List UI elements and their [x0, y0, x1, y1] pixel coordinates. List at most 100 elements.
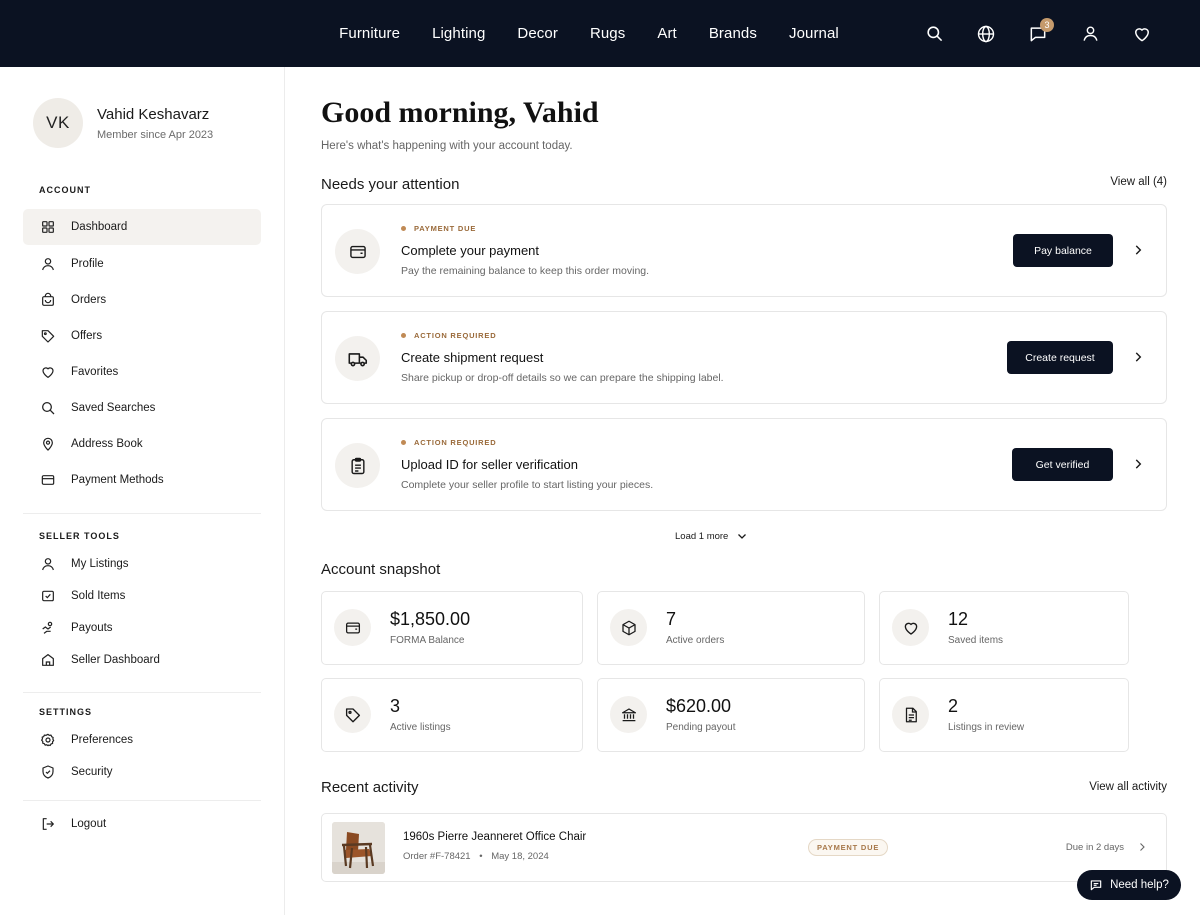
- sidebar-item-label: Dashboard: [71, 221, 128, 233]
- snapshot-heading: Account snapshot: [321, 561, 441, 578]
- stat-value: 3: [390, 696, 401, 716]
- account-button[interactable]: [1064, 16, 1116, 52]
- sidebar-item-offers[interactable]: Offers: [23, 318, 261, 354]
- section-title-settings: SETTINGS: [39, 707, 93, 717]
- load-more-button[interactable]: Load 1 more: [675, 530, 748, 542]
- sidebar-item-label: Sold Items: [71, 590, 126, 602]
- sidebar-divider: [23, 513, 261, 514]
- wishlist-button[interactable]: [1116, 16, 1168, 52]
- box-icon: [621, 620, 636, 635]
- get-verified-button[interactable]: Get verified: [1012, 448, 1113, 481]
- logout-button[interactable]: Logout: [23, 806, 261, 842]
- bag-icon: [42, 292, 54, 306]
- stat-card-active-orders[interactable]: 7 Active orders: [597, 591, 865, 665]
- section-title-seller-tools: SELLER TOOLS: [39, 531, 120, 541]
- stat-card-listings-in-review[interactable]: 2 Listings in review: [879, 678, 1129, 752]
- status-badge: ACTION REQUIRED: [401, 438, 496, 447]
- sidebar-item-label: Offers: [71, 330, 103, 342]
- attention-heading: Needs your attention: [321, 176, 460, 193]
- sidebar-item-address-book[interactable]: Address Book: [23, 426, 261, 462]
- clipboard-icon: [350, 457, 365, 474]
- user-icon: [42, 258, 54, 271]
- stat-value: $620.00: [666, 696, 732, 716]
- sidebar-divider: [23, 800, 261, 801]
- sidebar-item-orders[interactable]: Orders: [23, 282, 261, 318]
- pay-balance-button[interactable]: Pay balance: [1013, 234, 1113, 267]
- wallet-icon: [349, 245, 366, 258]
- stat-value: 7: [666, 609, 677, 629]
- tag-icon: [41, 330, 55, 343]
- profile-summary: VK Vahid Keshavarz Member since Apr 2023: [33, 98, 213, 148]
- heart-icon: [904, 622, 917, 635]
- help-button[interactable]: Need help?: [1077, 870, 1181, 900]
- stat-label: Active listings: [390, 722, 451, 733]
- chevron-right-icon[interactable]: [1131, 457, 1145, 471]
- activity-row[interactable]: 1960s Pierre Jeanneret Office Chair Orde…: [321, 813, 1167, 882]
- due-text: Due in 2 days: [1065, 842, 1124, 853]
- chair-image: [332, 822, 385, 874]
- tag-icon: [345, 707, 360, 722]
- chevron-down-icon: [738, 534, 747, 539]
- page-subtitle: Here's what's happening with your accoun…: [321, 140, 573, 152]
- truck-icon: [348, 352, 367, 366]
- create-request-button[interactable]: Create request: [1007, 341, 1113, 374]
- search-button[interactable]: [908, 16, 960, 52]
- view-all-activity-link[interactable]: View all activity: [1089, 781, 1167, 793]
- task-icon-wrap: [335, 229, 380, 274]
- stat-value: $1,850.00: [390, 609, 471, 629]
- store-icon: [42, 654, 54, 666]
- sidebar-item-favorites[interactable]: Favorites: [23, 354, 261, 390]
- nav-link-journal[interactable]: Journal: [789, 25, 839, 42]
- stat-card-pending-payout[interactable]: $620.00 Pending payout: [597, 678, 865, 752]
- task-icon-wrap: [335, 336, 380, 381]
- sidebar-divider: [23, 692, 261, 693]
- chevron-right-icon[interactable]: [1131, 350, 1145, 364]
- sidebar-item-dashboard[interactable]: Dashboard: [23, 209, 261, 245]
- stat-card-balance[interactable]: $1,850.00 FORMA Balance: [321, 591, 583, 665]
- sidebar-item-payouts[interactable]: Payouts: [23, 610, 261, 646]
- sidebar-item-payment-methods[interactable]: Payment Methods: [23, 462, 261, 498]
- stat-card-active-listings[interactable]: 3 Active listings: [321, 678, 583, 752]
- messages-button[interactable]: 3: [1012, 16, 1064, 52]
- task-icon-wrap: [335, 443, 380, 488]
- sidebar-item-profile[interactable]: Profile: [23, 246, 261, 282]
- sidebar-item-seller-dashboard[interactable]: Seller Dashboard: [23, 642, 261, 678]
- user-icon: [42, 558, 54, 571]
- sidebar-item-label: Seller Dashboard: [71, 654, 160, 666]
- nav-link-furniture[interactable]: Furniture: [339, 25, 400, 42]
- sidebar-item-security[interactable]: Security: [23, 754, 261, 790]
- view-all-attention-link[interactable]: View all (4): [1110, 176, 1167, 188]
- nav-link-decor[interactable]: Decor: [517, 25, 558, 42]
- language-button[interactable]: [960, 16, 1012, 52]
- top-navigation-bar: Furniture Lighting Decor Rugs Art Brands…: [0, 0, 1200, 67]
- messages-badge: 3: [1040, 17, 1054, 32]
- sidebar-item-label: Orders: [71, 294, 107, 306]
- status-badge: PAYMENT DUE: [401, 224, 476, 233]
- product-thumbnail: [332, 822, 385, 874]
- help-label: Need help?: [1110, 879, 1169, 891]
- stat-icon-wrap: [892, 696, 929, 733]
- task-card-shipment: ACTION REQUIRED Create shipment request …: [321, 311, 1167, 404]
- nav-link-rugs[interactable]: Rugs: [590, 25, 625, 42]
- avatar: VK: [33, 98, 83, 148]
- sidebar-item-label: Payouts: [71, 622, 113, 634]
- sidebar-item-sold-items[interactable]: Sold Items: [23, 578, 261, 614]
- stat-label: Saved items: [948, 635, 1004, 646]
- page-title: Good morning, Vahid: [321, 96, 599, 129]
- pin-icon: [43, 437, 53, 451]
- card-icon: [41, 475, 55, 485]
- header-actions: 3: [908, 0, 1168, 67]
- activity-heading: Recent activity: [321, 779, 419, 796]
- sidebar-item-preferences[interactable]: Preferences: [23, 722, 261, 758]
- stat-card-saved-items[interactable]: 12 Saved items: [879, 591, 1129, 665]
- sidebar-item-my-listings[interactable]: My Listings: [23, 546, 261, 582]
- stat-value: 12: [948, 609, 969, 629]
- nav-link-lighting[interactable]: Lighting: [432, 25, 485, 42]
- chevron-right-icon[interactable]: [1131, 243, 1145, 257]
- task-card-payment: PAYMENT DUE Complete your payment Pay th…: [321, 204, 1167, 297]
- nav-link-art[interactable]: Art: [657, 25, 676, 42]
- sidebar-item-saved-searches[interactable]: Saved Searches: [23, 390, 261, 426]
- nav-link-brands[interactable]: Brands: [709, 25, 757, 42]
- sidebar-item-label: Profile: [71, 258, 104, 270]
- document-icon: [905, 707, 917, 722]
